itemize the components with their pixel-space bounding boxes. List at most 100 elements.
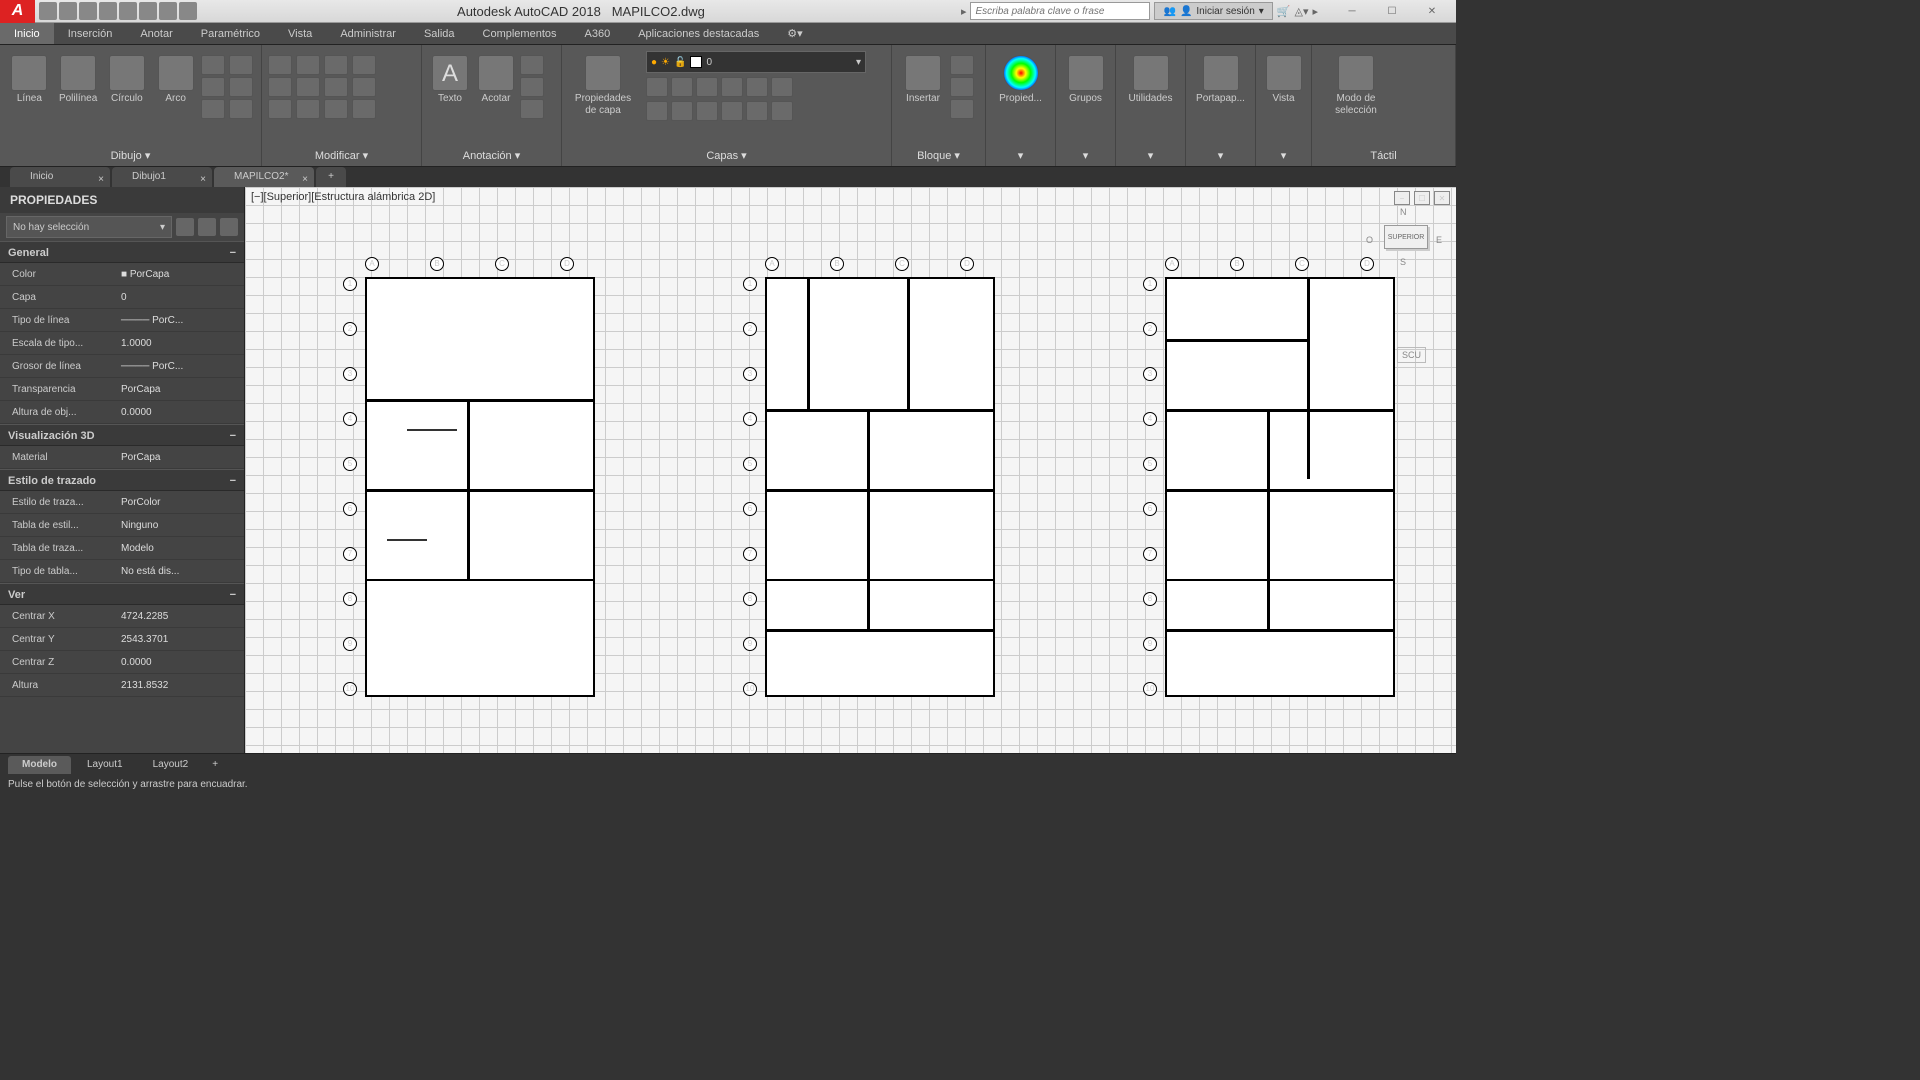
panel-title-portapapeles[interactable]: ▾ <box>1192 147 1249 164</box>
prop-row[interactable]: Tabla de traza...Modelo <box>0 537 244 560</box>
viewport-label[interactable]: [−][Superior][Estructura alámbrica 2D] <box>251 191 435 203</box>
prop-row[interactable]: Color■ PorCapa <box>0 263 244 286</box>
rect-icon[interactable] <box>201 55 225 75</box>
move-icon[interactable] <box>268 55 292 75</box>
menutab-salida[interactable]: Salida <box>410 23 469 44</box>
autocad-logo[interactable]: A <box>0 0 35 23</box>
prop-value[interactable]: 0 <box>115 292 244 303</box>
prop-row[interactable]: Altura de obj...0.0000 <box>0 401 244 424</box>
prop-row[interactable]: Centrar X4724.2285 <box>0 605 244 628</box>
selectobj-icon[interactable] <box>220 218 238 236</box>
layer-off-icon[interactable] <box>646 77 668 97</box>
prop-value[interactable]: PorColor <box>115 497 244 508</box>
menutab-anotar[interactable]: Anotar <box>126 23 186 44</box>
close-tab-icon[interactable]: × <box>98 170 104 190</box>
prop-row[interactable]: TransparenciaPorCapa <box>0 378 244 401</box>
point-icon[interactable] <box>201 99 225 119</box>
layer-uniso-icon[interactable] <box>721 101 743 121</box>
qat-new-icon[interactable] <box>39 2 57 20</box>
tool-polilinea[interactable]: Polilínea <box>55 51 102 105</box>
menutab-paramétrico[interactable]: Paramétrico <box>187 23 274 44</box>
filetab-mapilco2[interactable]: MAPILCO2*× <box>214 167 314 187</box>
menutab-a360[interactable]: A360 <box>571 23 625 44</box>
prop-row[interactable]: Estilo de traza...PorColor <box>0 491 244 514</box>
layer-cur-icon[interactable] <box>746 101 768 121</box>
ellipse-icon[interactable] <box>229 55 253 75</box>
menutab-aplicaciones-destacadas[interactable]: Aplicaciones destacadas <box>624 23 773 44</box>
prop-row[interactable]: Altura2131.8532 <box>0 674 244 697</box>
tool-circulo[interactable]: Círculo <box>104 51 151 105</box>
mirror-icon[interactable] <box>296 77 320 97</box>
pickadd-icon[interactable] <box>198 218 216 236</box>
prop-value[interactable]: Ninguno <box>115 520 244 531</box>
minimize-button[interactable]: ─ <box>1332 1 1372 21</box>
vp-maximize-icon[interactable]: ☐ <box>1414 191 1430 205</box>
tool-linea[interactable]: Línea <box>6 51 53 105</box>
qat-saveas-icon[interactable] <box>99 2 117 20</box>
scale-icon[interactable] <box>296 99 320 119</box>
qat-workspace-icon[interactable] <box>179 2 197 20</box>
stretch-icon[interactable] <box>268 99 292 119</box>
prop-section-ver[interactable]: Ver− <box>0 583 244 605</box>
table-icon[interactable] <box>520 77 544 97</box>
layouttab-layout1[interactable]: Layout1 <box>73 756 137 774</box>
panel-title-dibujo[interactable]: Dibujo ▾ <box>6 147 255 164</box>
prop-row[interactable]: Centrar Y2543.3701 <box>0 628 244 651</box>
layer-on-icon[interactable] <box>646 101 668 121</box>
menutab-inserción[interactable]: Inserción <box>54 23 127 44</box>
prop-value[interactable]: 0.0000 <box>115 657 244 668</box>
tool-texto[interactable]: ATexto <box>428 51 472 105</box>
layer-match-icon[interactable] <box>746 77 768 97</box>
layer-combo[interactable]: ● ☀ 🔓 0 ▾ <box>646 51 866 73</box>
block-create-icon[interactable] <box>950 55 974 75</box>
prop-row[interactable]: Centrar Z0.0000 <box>0 651 244 674</box>
prop-value[interactable]: ──── PorC... <box>115 361 244 372</box>
spline-icon[interactable] <box>229 77 253 97</box>
copy-icon[interactable] <box>268 77 292 97</box>
prop-value[interactable]: PorCapa <box>115 384 244 395</box>
prop-value[interactable]: 1.0000 <box>115 338 244 349</box>
tool-arco[interactable]: Arco <box>152 51 199 105</box>
tool-grupos[interactable]: Grupos <box>1062 51 1109 105</box>
menutab-complementos[interactable]: Complementos <box>469 23 571 44</box>
erase-icon[interactable] <box>352 55 376 75</box>
login-button[interactable]: 👥 👤 Iniciar sesión ▾ <box>1154 2 1272 20</box>
layer-iso-icon[interactable] <box>721 77 743 97</box>
exchange-icon[interactable]: 🛒 <box>1277 5 1291 18</box>
search-input[interactable] <box>970 2 1150 20</box>
layer-freeze-icon[interactable] <box>671 77 693 97</box>
panel-title-tactil[interactable]: Táctil <box>1318 148 1449 164</box>
layer-thaw-icon[interactable] <box>671 101 693 121</box>
fillet-icon[interactable] <box>324 77 348 97</box>
prop-row[interactable]: MaterialPorCapa <box>0 446 244 469</box>
close-tab-icon[interactable]: × <box>200 170 206 190</box>
tool-tactil[interactable]: Modo de selección <box>1318 51 1394 117</box>
menutab-administrar[interactable]: Administrar <box>326 23 410 44</box>
leader-icon[interactable] <box>520 55 544 75</box>
help-icon[interactable]: ◬▾ <box>1294 5 1308 18</box>
prop-value[interactable]: 2543.3701 <box>115 634 244 645</box>
block-attr-icon[interactable] <box>950 99 974 119</box>
prop-value[interactable]: 0.0000 <box>115 407 244 418</box>
tool-utilidades[interactable]: Utilidades <box>1122 51 1179 105</box>
qat-plot-icon[interactable] <box>119 2 137 20</box>
hatch-icon[interactable] <box>201 77 225 97</box>
layouttab-modelo[interactable]: Modelo <box>8 756 71 774</box>
panel-title-utilidades[interactable]: ▾ <box>1122 147 1179 164</box>
panel-title-vista[interactable]: ▾ <box>1262 147 1305 164</box>
layer-lock-icon[interactable] <box>696 77 718 97</box>
prop-row[interactable]: Grosor de línea──── PorC... <box>0 355 244 378</box>
menutab-inicio[interactable]: Inicio <box>0 23 54 44</box>
panel-title-grupos[interactable]: ▾ <box>1062 147 1109 164</box>
layer-walk-icon[interactable] <box>771 101 793 121</box>
prop-row[interactable]: Tipo de tabla...No está dis... <box>0 560 244 583</box>
panel-title-anotacion[interactable]: Anotación ▾ <box>428 147 555 164</box>
prop-section-visualización-3d[interactable]: Visualización 3D− <box>0 424 244 446</box>
prop-row[interactable]: Capa0 <box>0 286 244 309</box>
panel-title-propiedades[interactable]: ▾ <box>992 147 1049 164</box>
mtext-icon[interactable] <box>520 99 544 119</box>
search-arrow-icon[interactable]: ▸ <box>961 5 967 18</box>
menutab-vista[interactable]: Vista <box>274 23 326 44</box>
prop-value[interactable]: 2131.8532 <box>115 680 244 691</box>
prop-value[interactable]: ■ PorCapa <box>115 269 244 280</box>
